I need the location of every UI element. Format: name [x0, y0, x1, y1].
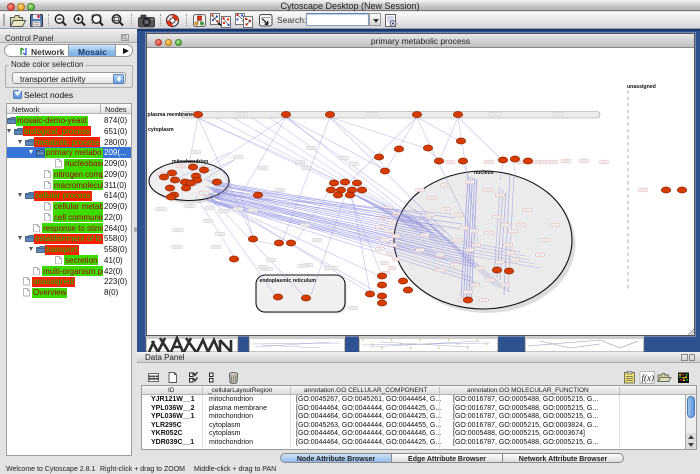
svg-text:cytoplasm: cytoplasm — [148, 127, 174, 133]
svg-text:f(x): f(x) — [642, 373, 655, 383]
svg-text:endoplasmic reticulum: endoplasmic reticulum — [260, 278, 317, 284]
svg-text:unassigned: unassigned — [627, 84, 656, 90]
svg-text:nucleus: nucleus — [474, 170, 494, 176]
svg-text:plasma membrane: plasma membrane — [148, 112, 194, 118]
svg-text:mitochondrion: mitochondrion — [172, 159, 208, 165]
